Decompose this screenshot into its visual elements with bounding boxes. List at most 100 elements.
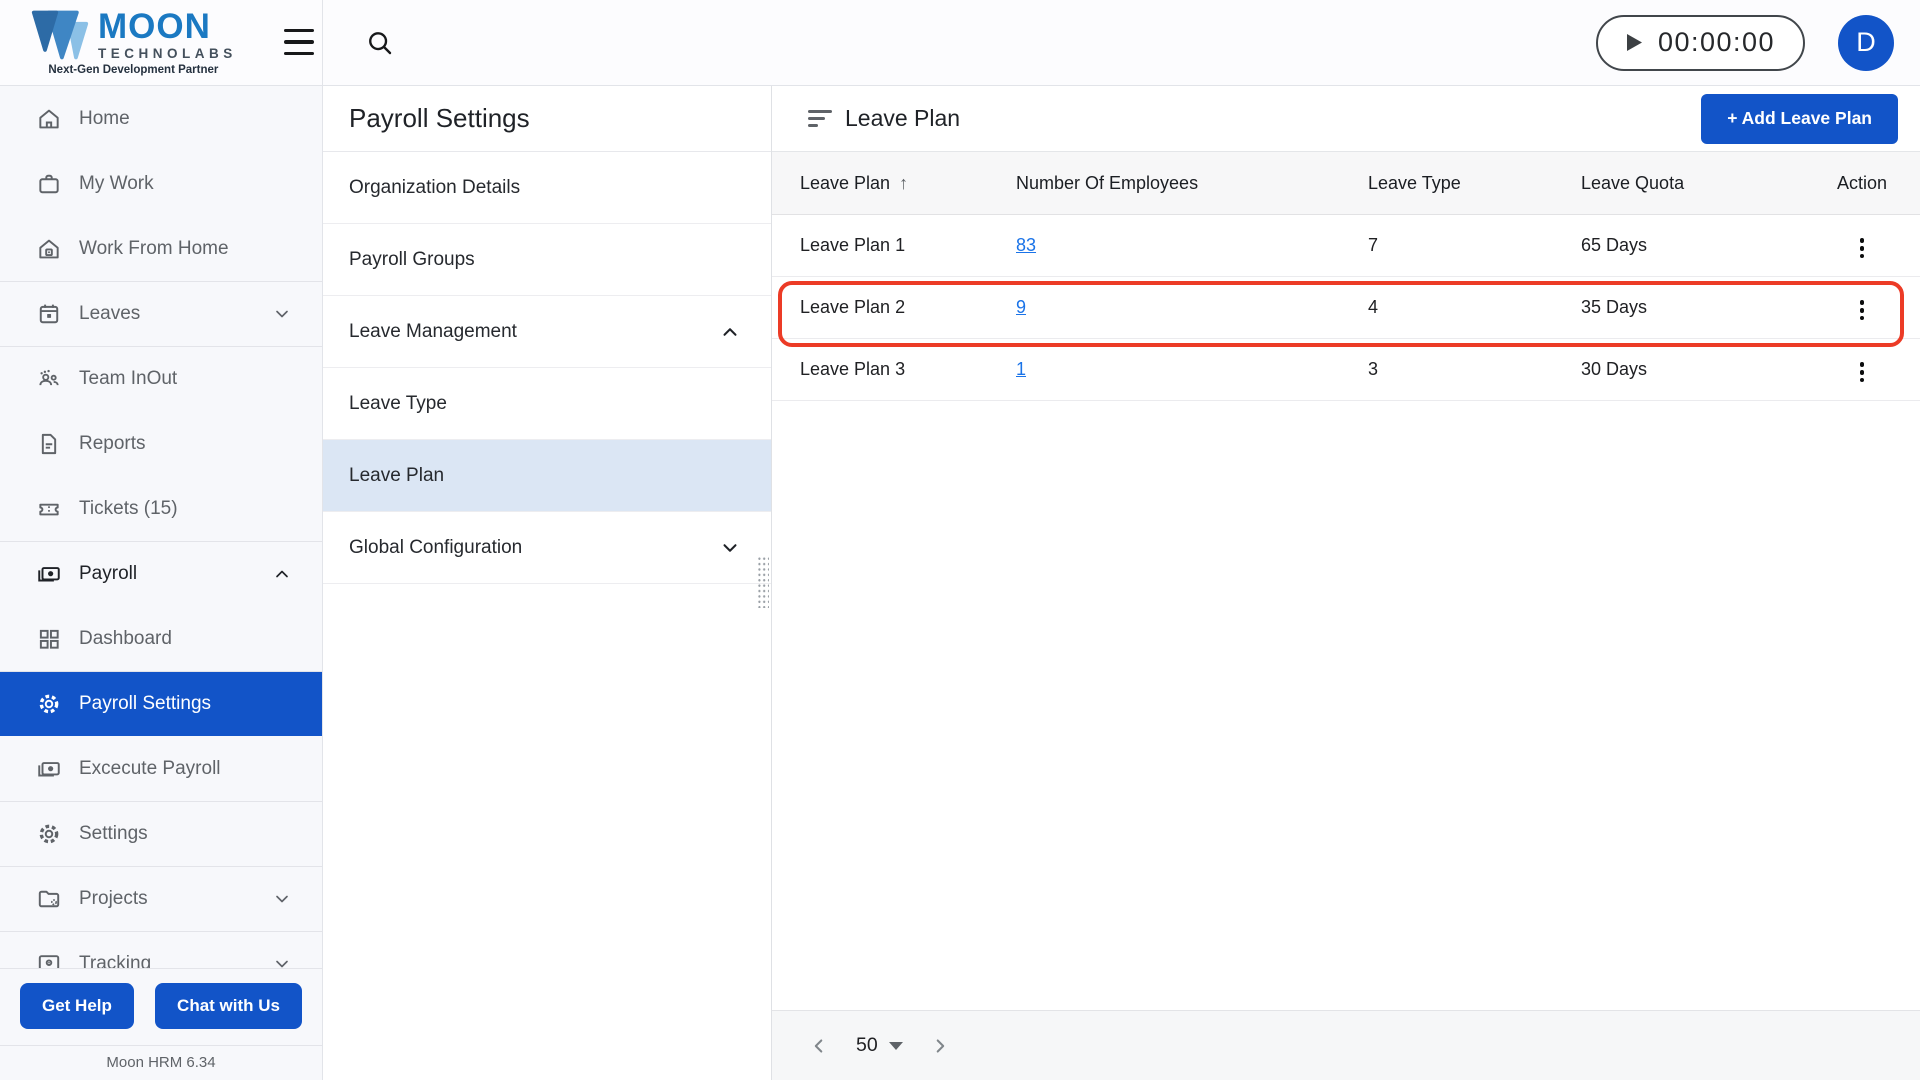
sidebar-item-label: Payroll Settings (79, 693, 212, 714)
folder-gear-icon (38, 890, 60, 908)
app-logo: MOON TECHNOLABS Next-Gen Development Par… (30, 6, 237, 77)
row-actions-kebab-icon[interactable] (1850, 356, 1874, 388)
home-work-icon (39, 239, 59, 258)
sidebar-item-payroll[interactable]: Payroll (0, 541, 322, 606)
leave-type-count: 4 (1368, 297, 1379, 317)
sidebar-item-excecute-payroll[interactable]: Excecute Payroll (0, 736, 322, 801)
employees-count-link[interactable]: 9 (1016, 297, 1026, 317)
page-title: Leave Plan (845, 105, 961, 131)
topbar: MOON TECHNOLABS Next-Gen Development Par… (0, 0, 1920, 86)
gear-icon (39, 694, 59, 714)
sidebar-item-label: Leaves (79, 303, 141, 324)
chevron-down-icon (723, 543, 737, 552)
panel-item-organization-details[interactable]: Organization Details (323, 152, 771, 224)
column-header-leave-quota[interactable]: Leave Quota (1581, 173, 1827, 194)
panel-item-label: Organization Details (349, 176, 521, 198)
report-icon (41, 433, 57, 454)
panel-item-label: Leave Type (349, 392, 447, 414)
panel-item-leave-type[interactable]: Leave Type (323, 368, 771, 440)
sidebar-item-team-inout[interactable]: Team InOut (0, 346, 322, 411)
dashboard-icon (39, 629, 59, 649)
leave-quota: 30 Days (1581, 359, 1648, 379)
time-tracker[interactable]: 00:00:00 (1596, 14, 1805, 71)
column-header-action: Action (1836, 172, 1888, 193)
sidebar-item-tickets[interactable]: Tickets (15) (0, 476, 322, 541)
logo-subtitle: TECHNOLABS (98, 45, 237, 61)
leave-quota: 35 Days (1581, 297, 1648, 317)
sidebar-item-settings[interactable]: Settings (0, 801, 322, 866)
leave-type-count: 3 (1368, 359, 1379, 379)
timer-value: 00:00:00 (1657, 27, 1776, 57)
table-row[interactable]: Leave Plan 1 83 7 65 Days (772, 215, 1920, 277)
leave-plan-content: Leave Plan + Add Leave Plan Leave Plan ↑… (772, 86, 1920, 1080)
sidebar-item-dashboard[interactable]: Dashboard (0, 606, 322, 671)
chevron-up-icon (276, 570, 288, 578)
briefcase-icon (39, 174, 59, 193)
panel-resize-handle[interactable] (757, 556, 769, 608)
ticket-icon (39, 503, 59, 515)
leave-plan-name: Leave Plan 1 (800, 235, 906, 255)
search-icon[interactable] (365, 28, 395, 58)
sidebar-item-label: Reports (79, 432, 146, 454)
sidebar-item-payroll-settings[interactable]: Payroll Settings (0, 671, 322, 736)
sidebar-item-my-work[interactable]: My Work (0, 151, 322, 216)
hamburger-menu-icon[interactable] (284, 29, 314, 55)
row-actions-kebab-icon[interactable] (1850, 232, 1874, 264)
sidebar-item-label: Excecute Payroll (79, 757, 221, 779)
topbar-left: MOON TECHNOLABS Next-Gen Development Par… (0, 0, 323, 85)
table-row[interactable]: Leave Plan 2 9 4 35 Days (772, 277, 1920, 339)
employees-count-link[interactable]: 1 (1016, 359, 1026, 379)
pagination-bar: 50 (772, 1010, 1920, 1080)
page-size-select[interactable]: 50 (856, 1034, 903, 1057)
add-leave-plan-button[interactable]: + Add Leave Plan (1701, 93, 1898, 144)
table-row[interactable]: Leave Plan 3 1 3 30 Days (772, 339, 1920, 401)
sidebar-item-home[interactable]: Home (0, 86, 322, 151)
user-avatar[interactable]: D (1838, 14, 1894, 71)
sidebar-item-work-from-home[interactable]: Work From Home (0, 216, 322, 281)
panel-item-global-configuration[interactable]: Global Configuration (323, 512, 771, 584)
panel-item-payroll-groups[interactable]: Payroll Groups (323, 224, 771, 296)
play-icon (1626, 34, 1642, 51)
chevron-down-icon (276, 310, 288, 318)
panel-item-label: Leave Management (349, 320, 517, 342)
panel-title: Payroll Settings (323, 86, 771, 152)
sidebar-item-leaves[interactable]: Leaves (0, 281, 322, 346)
sort-ascending-icon: ↑ (899, 172, 909, 193)
chevron-up-icon (723, 327, 737, 336)
previous-page-icon[interactable] (808, 1035, 830, 1057)
column-header-leave-plan[interactable]: Leave Plan ↑ (800, 173, 1016, 194)
sidebar: Home My Work Work From Home Leaves Team … (0, 86, 323, 1080)
row-actions-kebab-icon[interactable] (1850, 294, 1874, 326)
logo-title: MOON (98, 6, 211, 46)
get-help-button[interactable]: Get Help (20, 983, 134, 1029)
gear-icon (39, 824, 59, 844)
people-icon (39, 369, 59, 386)
payroll-settings-panel: Payroll Settings Organization Details Pa… (323, 86, 772, 1080)
sidebar-item-label: Team InOut (79, 368, 178, 389)
chevron-down-icon (276, 895, 288, 903)
sidebar-footer: Get Help Chat with Us Moon HRM 6.34 (0, 968, 322, 1080)
sidebar-item-label: Dashboard (79, 627, 172, 649)
sidebar-item-projects[interactable]: Projects (0, 866, 322, 931)
leave-quota: 65 Days (1581, 235, 1648, 255)
leave-plan-name: Leave Plan 3 (800, 359, 906, 379)
panel-item-label: Payroll Groups (349, 248, 475, 270)
logo-tagline: Next-Gen Development Partner (48, 64, 219, 77)
panel-item-leave-plan[interactable]: Leave Plan (323, 440, 771, 512)
page-size-value: 50 (856, 1034, 878, 1056)
moon-technolabs-logo-icon (31, 10, 89, 59)
column-header-leave-type[interactable]: Leave Type (1368, 173, 1581, 194)
leave-type-count: 7 (1368, 235, 1379, 255)
chat-with-us-button[interactable]: Chat with Us (155, 983, 302, 1029)
app-version: Moon HRM 6.34 (0, 1045, 322, 1080)
next-page-icon[interactable] (929, 1035, 951, 1057)
column-header-number-of-employees[interactable]: Number Of Employees (1016, 173, 1368, 194)
filter-list-icon[interactable] (808, 110, 832, 127)
employees-count-link[interactable]: 83 (1016, 235, 1036, 255)
cash-icon (38, 567, 60, 582)
caret-down-icon (888, 1041, 903, 1050)
table-header-row: Leave Plan ↑ Number Of Employees Leave T… (772, 152, 1920, 215)
sidebar-item-label: Settings (79, 823, 148, 844)
panel-item-leave-management[interactable]: Leave Management (323, 296, 771, 368)
sidebar-item-reports[interactable]: Reports (0, 411, 322, 476)
